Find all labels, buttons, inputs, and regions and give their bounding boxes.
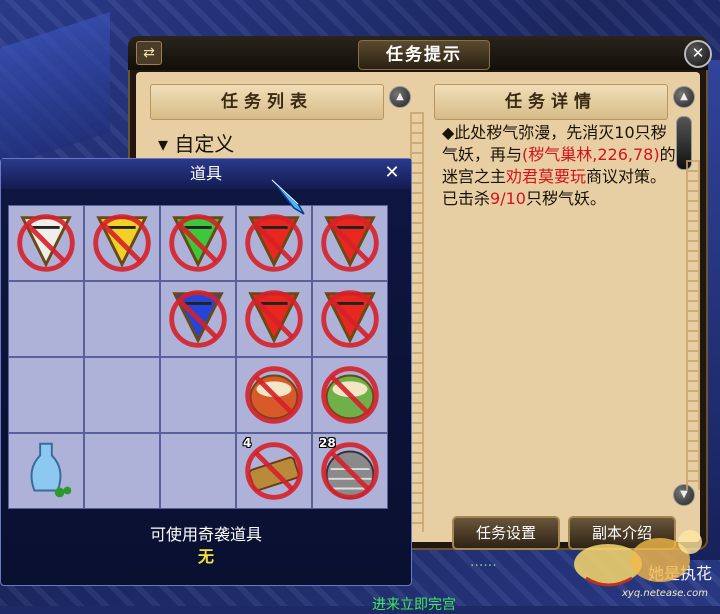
item-slot[interactable] bbox=[84, 357, 160, 433]
red-flag-icon bbox=[245, 290, 303, 348]
item-grid: 4 28 bbox=[8, 205, 388, 509]
swap-icon[interactable]: ⇄ bbox=[136, 41, 162, 65]
detail-npc: 劝君莫要玩 bbox=[506, 167, 587, 186]
white-flag-icon bbox=[17, 214, 75, 272]
item-slot[interactable] bbox=[312, 357, 388, 433]
items-panel-title[interactable]: 道具 bbox=[1, 159, 411, 189]
background-chat-text: 进来立即完宫 bbox=[372, 597, 456, 613]
item-slot[interactable]: 4 bbox=[236, 433, 312, 509]
yellow-flag-icon bbox=[93, 214, 151, 272]
feather-cursor-icon bbox=[271, 179, 305, 215]
red-flag-icon bbox=[321, 214, 379, 272]
item-slot[interactable] bbox=[8, 205, 84, 281]
list-scroll-up-icon[interactable]: ▲ bbox=[389, 86, 411, 108]
item-slot[interactable] bbox=[160, 281, 236, 357]
item-slot[interactable] bbox=[160, 205, 236, 281]
item-slot[interactable] bbox=[236, 205, 312, 281]
quest-panel-title: 任务提示 bbox=[358, 40, 490, 70]
item-slot[interactable] bbox=[8, 433, 84, 509]
item-slot[interactable] bbox=[312, 205, 388, 281]
item-slot[interactable] bbox=[236, 281, 312, 357]
item-slot[interactable] bbox=[312, 281, 388, 357]
list-item-custom[interactable]: ▾ 自定义 bbox=[158, 128, 234, 157]
decorative-border-left bbox=[410, 112, 424, 532]
red-bowl-icon bbox=[245, 366, 303, 424]
vase-icon bbox=[30, 442, 72, 498]
green-flag-icon bbox=[169, 214, 227, 272]
watermark-url: xyq.netease.com bbox=[622, 588, 708, 599]
decorative-border-right bbox=[686, 160, 700, 490]
green-bowl-icon bbox=[321, 366, 379, 424]
item-slot[interactable]: 28 bbox=[312, 433, 388, 509]
detail-location: (秽气巢林,226,78) bbox=[522, 145, 660, 164]
quest-titlebar[interactable]: ⇄ 任务提示 bbox=[128, 36, 708, 70]
quest-close-icon[interactable]: ✕ bbox=[684, 40, 712, 68]
detail-part4: 只秽气妖。 bbox=[525, 189, 606, 208]
detail-kill-count: 9/10 bbox=[490, 189, 526, 208]
item-slot[interactable] bbox=[84, 281, 160, 357]
usable-items-label: 可使用奇袭道具 bbox=[149, 525, 262, 544]
red-flag-icon bbox=[321, 290, 379, 348]
item-slot[interactable] bbox=[8, 281, 84, 357]
item-slot[interactable] bbox=[84, 433, 160, 509]
items-close-icon[interactable]: ✕ bbox=[380, 162, 404, 186]
task-detail-text: ◆此处秽气弥漫，先消灭10只秽气妖，再与(秽气巢林,226,78)的迷宫之主劝君… bbox=[442, 122, 678, 210]
task-list-header: 任务列表 bbox=[150, 84, 384, 120]
item-slot[interactable] bbox=[160, 433, 236, 509]
red-flag-icon bbox=[245, 214, 303, 272]
item-slot[interactable] bbox=[84, 205, 160, 281]
item-count: 28 bbox=[319, 436, 336, 450]
task-detail-header: 任务详情 bbox=[434, 84, 668, 120]
detail-scroll-up-icon[interactable]: ▲ bbox=[673, 86, 695, 108]
usable-items-value: 无 bbox=[197, 547, 214, 566]
item-count: 4 bbox=[243, 436, 252, 450]
item-slot[interactable] bbox=[160, 357, 236, 433]
item-slot[interactable] bbox=[236, 357, 312, 433]
task-settings-button[interactable]: 任务设置 bbox=[452, 516, 560, 550]
items-panel: 道具 4 28 可使用奇袭道具 无 bbox=[0, 158, 412, 586]
item-slot[interactable] bbox=[8, 357, 84, 433]
blue-flag-icon bbox=[169, 290, 227, 348]
background-faded-text: ······ bbox=[470, 558, 497, 574]
